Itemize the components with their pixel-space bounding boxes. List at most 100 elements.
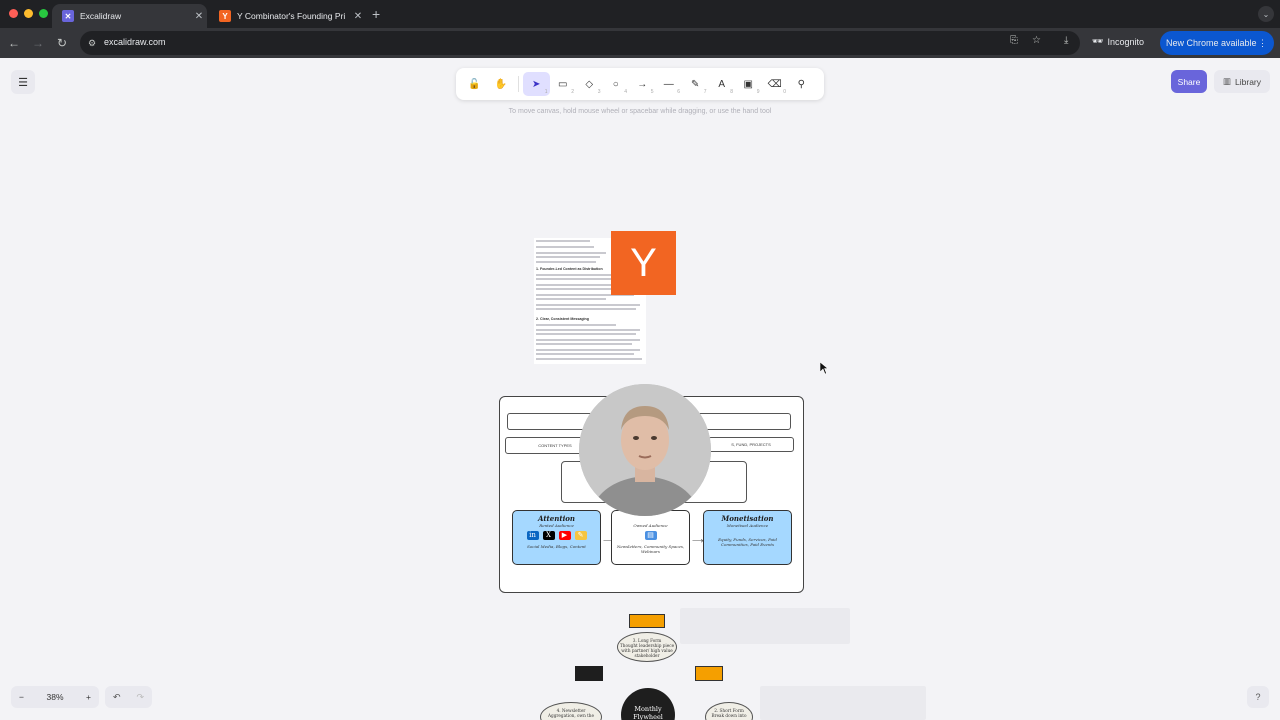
stage-description: Newsletters, Community Spaces, Webinars <box>616 544 685 554</box>
ycombinator-logo-icon: Y <box>219 10 231 22</box>
flywheel-dark-label <box>575 666 603 681</box>
mouse-cursor-icon <box>820 362 828 374</box>
bookmark-star-icon[interactable]: ☆ <box>1032 35 1041 46</box>
update-label: New Chrome available <box>1166 38 1257 48</box>
tool-shortcut-key: 9 <box>756 89 760 95</box>
stage-description: Social Media, Blogs, Content <box>527 544 586 549</box>
text-icon[interactable]: A8 <box>709 72 736 96</box>
rectangle-icon[interactable]: ▭ 2 <box>550 72 577 96</box>
minimize-window-button[interactable] <box>24 9 33 18</box>
zoom-controls: − 38% + <box>11 686 99 708</box>
tab-ycombinator[interactable]: Y Y Combinator's Founding Pri ✕ <box>209 4 366 28</box>
flywheel-node-newsletter: 4. Newsletter Aggregation, own the <box>540 702 602 720</box>
forward-icon[interactable]: → <box>30 35 46 51</box>
image-icon[interactable]: ▣ 9 <box>735 72 762 96</box>
flywheel-node-long-form: 3. Long Form Thought leadership piece wi… <box>617 632 677 662</box>
close-tab-icon[interactable]: ✕ <box>191 11 207 22</box>
toolbar-divider <box>518 76 519 92</box>
flywheel-node-short-form: 2. Short Form Break down into <box>705 702 753 720</box>
blog-pencil-icon: ✎ <box>574 531 587 540</box>
faded-element <box>760 686 926 720</box>
ellipse-icon[interactable]: ○ 4 <box>603 72 630 96</box>
site-settings-icon[interactable]: ⚙ <box>88 38 98 48</box>
shape-toolbar: 🔓 ✋ ➤ 1 ▭ 2 ◇ 3 ○ 4 → 5—6 ✎ 7 A 8 ▣ 9 ⌫ 0 ⚲ <box>456 68 824 100</box>
download-icon[interactable]: ⤓ <box>1064 35 1068 46</box>
faded-element <box>680 608 850 644</box>
tool-shortcut-key: 5 <box>650 89 654 95</box>
close-window-button[interactable] <box>9 9 18 18</box>
node-description: Thought leadership piece with partner/ h… <box>619 643 675 658</box>
flywheel-center: Monthly Flywheel <box>621 688 675 720</box>
more-tools-icon[interactable]: ⚲ <box>788 72 815 96</box>
incognito-indicator[interactable]: 🕶 Incognito <box>1092 36 1144 47</box>
stage-subtitle: Monetised Audience <box>726 523 769 528</box>
tool-shortcut-key: 8 <box>730 89 733 95</box>
kebab-menu-icon[interactable]: ⋮ <box>1258 38 1267 49</box>
close-tab-icon[interactable]: ✕ <box>350 11 366 22</box>
tool-shortcut-key: 7 <box>703 89 707 95</box>
ycombinator-logo-image[interactable]: Y <box>611 231 676 295</box>
zoom-out-button[interactable]: − <box>19 692 24 702</box>
library-icon: ▥ <box>1222 76 1232 86</box>
redo-icon[interactable]: ↷ <box>136 692 144 703</box>
canvas-hint: To move canvas, hold mouse wheel or spac… <box>508 108 772 115</box>
selection-icon[interactable]: ➤ 1 <box>523 72 550 96</box>
stage-attention: Attention Rented Audience in X ▶ ✎ Socia… <box>512 510 601 565</box>
node-description: Aggregation, own the <box>548 713 594 718</box>
tab-title: Excalidraw <box>80 11 122 21</box>
maximize-window-button[interactable] <box>39 9 48 18</box>
eraser-icon[interactable]: ⌫ 0 <box>762 72 789 96</box>
doc-heading: 2. Clear, Consistent Messaging <box>536 317 589 321</box>
diamond-icon[interactable]: ◇ 3 <box>576 72 603 96</box>
tool-shortcut-key: 3 <box>597 89 601 95</box>
browser-tab-bar: ✕ Excalidraw ✕ Y Y Combinator's Founding… <box>0 0 1280 28</box>
browser-toolbar: ← → ↻ ⚙ excalidraw.com ⎘ ☆ ⤓ 🕶 Incognito… <box>0 28 1280 58</box>
stage-title: Monetisation <box>721 514 774 523</box>
doc-heading: 1. Founder-Led Content as Distribution <box>536 267 603 271</box>
excalidraw-logo-icon: ✕ <box>62 10 74 22</box>
chevron-down-icon[interactable]: ⌄ <box>1258 6 1274 22</box>
help-icon[interactable]: ? <box>1247 686 1269 708</box>
tool-shortcut-key: 6 <box>677 89 680 95</box>
undo-redo-controls: ↶ ↷ <box>105 686 152 708</box>
zoom-in-button[interactable]: + <box>86 692 91 702</box>
excalidraw-canvas[interactable]: ☰ 🔓 ✋ ➤ 1 ▭ 2 ◇ 3 ○ 4 → 5—6 ✎ 7 A 8 ▣ 9 ⌫ 0 ⚲ To move canvas… <box>0 58 1280 720</box>
tool-shortcut-key: 2 <box>571 89 574 95</box>
library-button[interactable]: ▥ Library <box>1214 70 1270 93</box>
stage-subtitle: Owned Audience <box>633 523 668 528</box>
node-description: Break down into <box>711 713 747 718</box>
share-button[interactable]: Share <box>1171 70 1207 93</box>
address-bar[interactable]: ⚙ excalidraw.com <box>80 31 1080 55</box>
library-label: Library <box>1235 76 1261 87</box>
stage-audience: Audience Owned Audience ▤ Newsletters, C… <box>611 510 690 565</box>
newsletter-window-icon: ▤ <box>644 531 657 540</box>
tool-shortcut-key: 4 <box>624 89 627 95</box>
line-icon[interactable]: —6 <box>656 72 683 96</box>
undo-icon[interactable]: ↶ <box>113 692 121 703</box>
x-twitter-icon: X <box>542 531 555 540</box>
lock-icon[interactable]: 🔓 <box>461 72 488 96</box>
funds-projects-bar: S, FUND, PROJECTS <box>708 437 794 452</box>
tab-excalidraw[interactable]: ✕ Excalidraw ✕ <box>52 4 207 28</box>
reload-icon[interactable]: ↻ <box>54 35 70 51</box>
install-app-icon[interactable]: ⎘ <box>1010 35 1018 46</box>
new-chrome-available-button[interactable]: New Chrome available ⋮ <box>1160 31 1274 55</box>
stage-monetisation: Monetisation Monetised Audience Equity, … <box>703 510 792 565</box>
arrow-icon[interactable]: → 5 <box>629 72 656 96</box>
hamburger-menu-icon[interactable]: ☰ <box>11 70 35 94</box>
stage-description: Equity, Funds, Services, Paid Communitie… <box>718 537 777 547</box>
new-tab-button[interactable]: + <box>372 6 380 22</box>
pencil-icon[interactable]: ✎ 7 <box>682 72 709 96</box>
flywheel-orange-label <box>695 666 723 681</box>
linkedin-icon: in <box>526 531 539 540</box>
flow-arrow-icon: ⟶ <box>692 536 704 545</box>
tool-shortcut-key: 0 <box>783 89 786 95</box>
tool-shortcut-key: 1 <box>544 89 548 95</box>
hand-icon[interactable]: ✋ <box>488 72 515 96</box>
zoom-level-button[interactable]: 38% <box>46 692 63 702</box>
presenter-webcam-avatar <box>579 384 711 516</box>
tab-title: Y Combinator's Founding Pri <box>237 11 346 21</box>
back-icon[interactable]: ← <box>6 35 22 51</box>
stage-subtitle: Rented Audience <box>539 523 574 528</box>
incognito-label: Incognito <box>1107 36 1144 47</box>
